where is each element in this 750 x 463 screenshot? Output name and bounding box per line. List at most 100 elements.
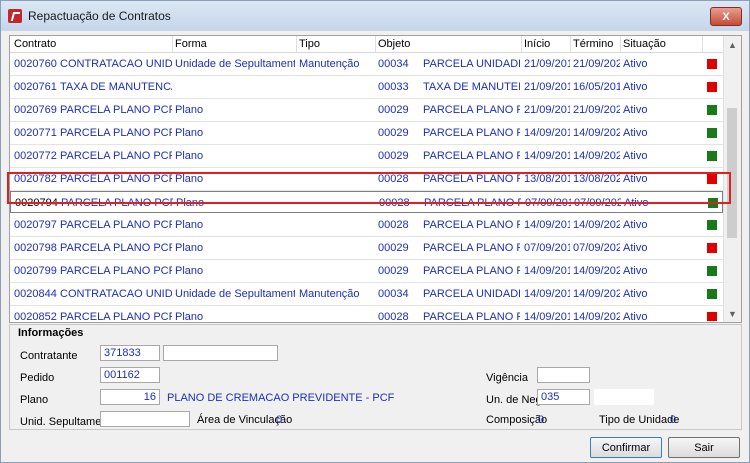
tipo-unidade-value: 0 bbox=[670, 414, 677, 426]
cell-inicio: 14/09/2017 bbox=[524, 311, 570, 321]
close-button[interactable]: X bbox=[710, 7, 742, 26]
selected-row-highlight bbox=[7, 172, 731, 204]
cell-inicio: 14/09/2017 bbox=[524, 127, 570, 139]
cell-descricao: PARCELA PLANO PCP STANI bbox=[60, 150, 172, 162]
cell-objeto: 00029 bbox=[378, 265, 409, 277]
column-header-forma[interactable]: Forma bbox=[175, 38, 207, 50]
cell-termino: 14/09/2027 bbox=[573, 265, 620, 277]
status-indicator-icon bbox=[707, 128, 717, 138]
cell-descricao: CONTRATACAO UNIDADE P bbox=[60, 58, 172, 70]
table-row[interactable]: 0020798PARCELA PLANO PCP STANIPlano 00029… bbox=[10, 237, 723, 260]
cell-situacao: Ativo bbox=[623, 288, 648, 300]
tipo-unidade-label: Tipo de Unidade bbox=[599, 414, 680, 426]
cell-inicio: 21/09/2017 bbox=[524, 81, 570, 93]
status-indicator-icon bbox=[707, 105, 717, 115]
scroll-up-icon[interactable]: ▲ bbox=[724, 36, 741, 53]
column-header-situacao[interactable]: Situação bbox=[623, 38, 666, 50]
status-indicator-icon bbox=[707, 243, 717, 253]
cell-situacao: Ativo bbox=[623, 58, 648, 70]
column-separator bbox=[521, 36, 522, 52]
cell-descricao: PARCELA PLANO PCP STANI bbox=[60, 265, 172, 277]
cell-situacao: Ativo bbox=[623, 127, 648, 139]
info-title: Informações bbox=[18, 327, 84, 339]
scroll-down-icon[interactable]: ▼ bbox=[724, 305, 741, 322]
column-header-objeto[interactable]: Objeto bbox=[378, 38, 410, 50]
contratante-label: Contratante bbox=[20, 350, 78, 362]
table-row[interactable]: 0020799PARCELA PLANO PCP STANIPlano 00029… bbox=[10, 260, 723, 283]
column-header-termino[interactable]: Término bbox=[573, 38, 613, 50]
cell-descricao: TAXA DE MANUTENCAO bbox=[60, 81, 172, 93]
cell-inicio: 14/09/2017 bbox=[524, 219, 570, 231]
column-separator bbox=[702, 36, 703, 52]
cell-termino: 07/09/2027 bbox=[573, 242, 620, 254]
cell-contrato: 0020760 bbox=[14, 58, 57, 70]
cell-forma: Unidade de Sepultamento bbox=[175, 288, 295, 300]
plano-code-field[interactable]: 16 bbox=[100, 389, 160, 405]
vigencia-field[interactable] bbox=[537, 367, 590, 383]
cell-forma: Plano bbox=[175, 265, 204, 277]
table-row[interactable]: 0020844CONTRATACAO UNIDADE PUnidade de S… bbox=[10, 283, 723, 306]
cell-situacao: Ativo bbox=[623, 265, 648, 277]
contratante-code-field[interactable]: 371833 bbox=[100, 345, 160, 361]
unid-sepultamento-field[interactable] bbox=[100, 411, 190, 427]
cell-contrato: 0020771 bbox=[14, 127, 57, 139]
cell-objeto: 00029 bbox=[378, 104, 409, 116]
status-indicator-icon bbox=[707, 266, 717, 276]
cell-termino: 21/09/2022 bbox=[573, 58, 620, 70]
contratante-name-field[interactable] bbox=[163, 345, 278, 361]
grid-header: Contrato Forma Tipo Objeto Início Términ… bbox=[10, 36, 723, 53]
cell-contrato: 0020799 bbox=[14, 265, 57, 277]
cell-termino: 14/09/2027 bbox=[573, 127, 620, 139]
column-header-tipo[interactable]: Tipo bbox=[299, 38, 320, 50]
status-indicator-icon bbox=[707, 151, 717, 161]
column-header-contrato[interactable]: Contrato bbox=[14, 38, 56, 50]
cell-descricao: PARCELA PLANO PCP PLUS bbox=[60, 219, 172, 231]
column-separator bbox=[620, 36, 621, 52]
column-header-inicio[interactable]: Início bbox=[524, 38, 550, 50]
table-row[interactable]: 0020761TAXA DE MANUTENCAO00033TAXA DE MA… bbox=[10, 76, 723, 99]
un-neg-label: Un. de Neg. bbox=[486, 394, 545, 406]
pedido-field[interactable]: 001162 bbox=[100, 367, 160, 383]
cell-descricao: PARCELA PLANO PCP STANI bbox=[60, 127, 172, 139]
table-row[interactable]: 0020760CONTRATACAO UNIDADE PUnidade de S… bbox=[10, 53, 723, 76]
table-row[interactable]: 0020797PARCELA PLANO PCP PLUSPlano 00028 P… bbox=[10, 214, 723, 237]
area-vinculacao-value: 0 bbox=[276, 414, 283, 426]
un-neg-name-field[interactable] bbox=[594, 389, 654, 405]
cell-objeto-descricao: PARCELA UNIDADE PERP bbox=[423, 58, 520, 70]
table-row[interactable]: 0020852PARCELA PLANO PCP PLUSPlano 00028 P… bbox=[10, 306, 723, 321]
cell-inicio: 07/09/2017 bbox=[524, 242, 570, 254]
cell-objeto-descricao: PARCELA PLANO PCP STA bbox=[423, 242, 520, 254]
cell-tipo: Manutenção bbox=[299, 288, 360, 300]
window-title: Repactuação de Contratos bbox=[28, 9, 171, 23]
cell-objeto: 00033 bbox=[378, 81, 409, 93]
cell-contrato: 0020844 bbox=[14, 288, 57, 300]
cell-objeto: 00034 bbox=[378, 288, 409, 300]
cell-objeto-descricao: PARCELA UNIDADE PERP bbox=[423, 288, 520, 300]
cell-objeto-descricao: PARCELA PLANO PCP STA bbox=[423, 265, 520, 277]
column-separator bbox=[172, 36, 173, 52]
cell-termino: 14/09/2027 bbox=[573, 288, 620, 300]
cell-objeto-descricao: PARCELA PLANO PCP PLU bbox=[423, 219, 520, 231]
cell-contrato: 0020852 bbox=[14, 311, 57, 321]
plano-label: Plano bbox=[20, 394, 49, 406]
cell-situacao: Ativo bbox=[623, 311, 648, 321]
cell-termino: 14/09/2027 bbox=[573, 219, 620, 231]
cell-objeto-descricao: PARCELA PLANO PCP STA bbox=[423, 150, 520, 162]
cell-situacao: Ativo bbox=[623, 150, 648, 162]
cell-forma: Plano bbox=[175, 127, 204, 139]
table-row[interactable]: 0020772PARCELA PLANO PCP STANIPlano 00029… bbox=[10, 145, 723, 168]
confirmar-button[interactable]: Confirmar bbox=[590, 437, 662, 458]
status-indicator-icon bbox=[707, 82, 717, 92]
table-row[interactable]: 0020769PARCELA PLANO PCP STANIPlano 00029… bbox=[10, 99, 723, 122]
sair-button[interactable]: Sair bbox=[668, 437, 740, 458]
cell-contrato: 0020772 bbox=[14, 150, 57, 162]
cell-descricao: PARCELA PLANO PCP STANI bbox=[60, 104, 172, 116]
status-indicator-icon bbox=[707, 220, 717, 230]
cell-inicio: 21/09/2017 bbox=[524, 104, 570, 116]
cell-contrato: 0020761 bbox=[14, 81, 57, 93]
cell-descricao: PARCELA PLANO PCP PLUS bbox=[60, 311, 172, 321]
cell-termino: 14/09/2027 bbox=[573, 311, 620, 321]
un-neg-code-field[interactable]: 035 bbox=[537, 389, 590, 405]
table-row[interactable]: 0020771PARCELA PLANO PCP STANIPlano 00029… bbox=[10, 122, 723, 145]
status-indicator-icon bbox=[707, 289, 717, 299]
